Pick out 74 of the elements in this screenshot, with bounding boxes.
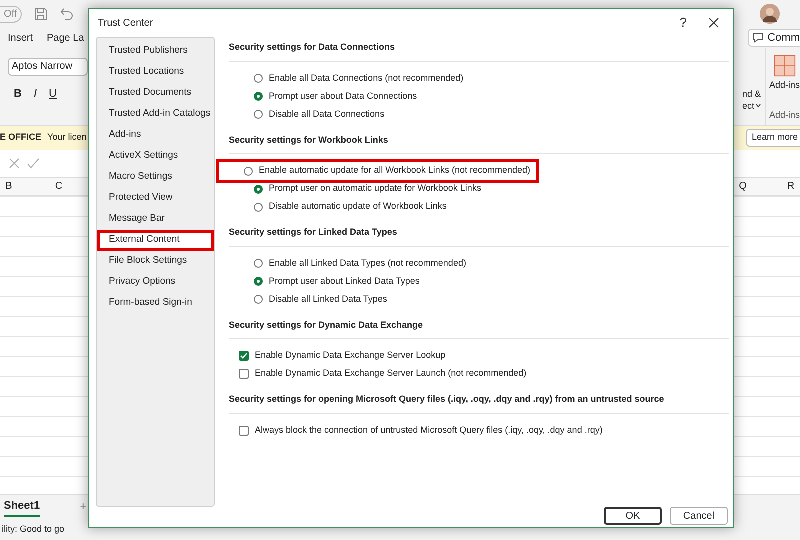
radio-button[interactable] (254, 202, 263, 212)
save-icon[interactable] (34, 7, 48, 21)
comment-icon (752, 33, 764, 43)
section-heading: Security settings for Linked Data Types (229, 226, 729, 246)
option-label[interactable]: Disable all Data Connections (269, 108, 385, 122)
option-label[interactable]: Disable automatic update of Workbook Links (269, 200, 447, 214)
license-label: E OFFICE (0, 131, 42, 144)
option-label[interactable]: Disable all Linked Data Types (269, 292, 388, 306)
caret-icon[interactable] (756, 104, 762, 108)
checkbox[interactable] (239, 426, 249, 436)
radio-button[interactable] (254, 184, 263, 194)
radio-button[interactable] (254, 92, 263, 101)
option-label[interactable]: Prompt user on automatic update for Workbook Links (269, 182, 482, 196)
sidebar-item[interactable]: ActiveX Settings (97, 146, 214, 167)
section-heading: Security settings for Data Connections (229, 41, 729, 62)
radio-button[interactable] (254, 295, 263, 304)
avatar-icon[interactable] (760, 4, 780, 24)
option-label[interactable]: Prompt user about Data Connections (269, 90, 418, 104)
option-label[interactable]: Always block the connection of untrusted Microsoft Query files (.iqy, .oqy, .dqy and .rqy) (255, 424, 603, 438)
checkbox[interactable] (239, 351, 249, 361)
add-sheet-button[interactable]: + (80, 499, 87, 516)
dialog-button[interactable]: OK (604, 507, 662, 525)
option-label[interactable]: Enable automatic update for all Workbook Links (not recommended) (259, 164, 530, 178)
column-header[interactable]: R (786, 179, 796, 194)
add-ins-icon[interactable] (774, 55, 796, 77)
sidebar-item[interactable]: File Block Settings (97, 251, 214, 272)
sidebar-item[interactable]: Form-based Sign-in (97, 293, 214, 314)
column-header[interactable]: C (54, 179, 64, 194)
learn-more-button[interactable]: Learn more (746, 129, 800, 147)
ribbon-tab[interactable]: Page La (47, 30, 84, 46)
radio-button[interactable] (254, 259, 263, 268)
section-heading: Security settings for Workbook Links (229, 134, 729, 154)
font-name-field[interactable]: Aptos Narrow (8, 58, 88, 76)
sidebar-item[interactable]: Trusted Add-in Catalogs (97, 104, 214, 125)
option-label[interactable]: Enable Dynamic Data Exchange Server Launch (not recommended) (255, 367, 527, 381)
option-label[interactable]: Enable Dynamic Data Exchange Server Lookup (255, 349, 446, 363)
sidebar-item[interactable]: Message Bar (97, 209, 214, 230)
checkbox[interactable] (239, 369, 249, 379)
column-header[interactable]: Q (738, 179, 748, 194)
radio-button[interactable] (254, 110, 263, 119)
check-icon (240, 352, 248, 360)
radio-button[interactable] (254, 74, 263, 83)
sidebar-item[interactable]: Trusted Documents (97, 83, 214, 104)
help-button[interactable]: ? (680, 13, 687, 33)
sidebar-item[interactable]: Macro Settings (97, 167, 214, 188)
format-button[interactable]: I (34, 86, 38, 102)
dialog-button[interactable]: Cancel (670, 507, 728, 525)
option-label[interactable]: Enable all Linked Data Types (not recommended) (269, 256, 466, 270)
close-icon[interactable] (709, 18, 719, 28)
option-label[interactable]: Enable all Data Connections (not recommended) (269, 72, 464, 86)
find-select-label[interactable]: ect (742, 100, 754, 112)
window-title: Trust Center (98, 16, 154, 30)
sidebar-item[interactable]: Privacy Options (97, 272, 214, 293)
column-header[interactable]: B (4, 179, 14, 194)
format-button[interactable]: B (14, 86, 22, 102)
format-button[interactable]: U (49, 86, 57, 102)
sheet-tab[interactable]: Sheet1 (4, 498, 40, 517)
section-heading: Security settings for opening Microsoft Query files (.iqy, .oqy, .dqy and .rqy) from an untrusted source (229, 393, 729, 414)
find-select-label[interactable]: nd & (742, 88, 761, 100)
option-label[interactable]: Prompt user about Linked Data Types (269, 274, 420, 288)
radio-button[interactable] (244, 166, 253, 176)
ribbon-tab[interactable]: Insert (8, 30, 34, 46)
sidebar-item[interactable]: Add-ins (97, 125, 214, 146)
section-heading: Security settings for Dynamic Data Exchange (229, 318, 729, 339)
sidebar-item[interactable]: Protected View (97, 188, 214, 209)
add-ins-button[interactable]: Add-ins (769, 79, 800, 92)
sidebar-item[interactable]: Trusted Locations (97, 62, 214, 83)
comments-button[interactable]: Comm (748, 29, 800, 47)
undo-icon[interactable] (60, 7, 74, 21)
license-message: Your licen (48, 131, 87, 144)
sidebar-item[interactable]: External Content (97, 230, 214, 251)
sidebar-item[interactable]: Trusted Publishers (97, 41, 214, 62)
radio-button[interactable] (254, 277, 263, 286)
group-label: Add-ins (769, 108, 800, 122)
